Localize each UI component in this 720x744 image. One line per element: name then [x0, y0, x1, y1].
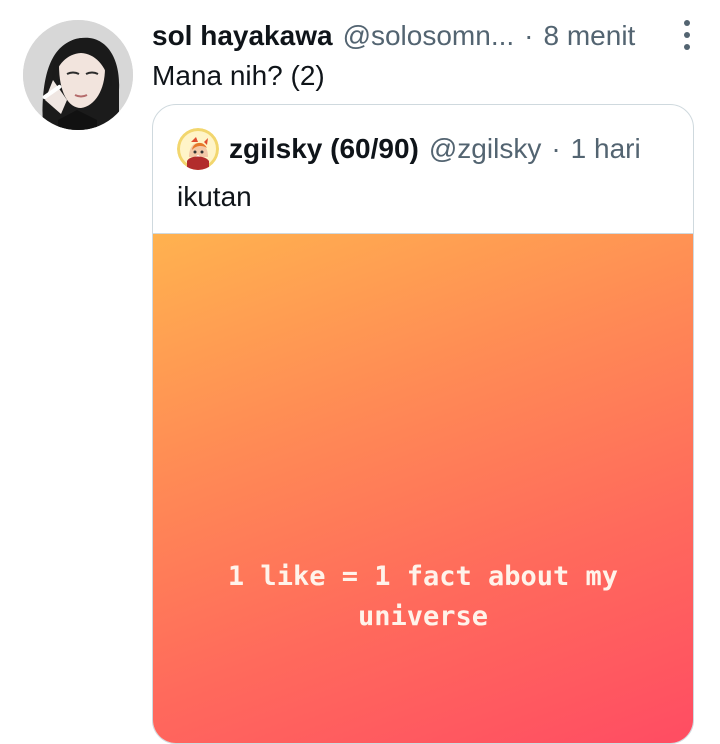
tweet-text: Mana nih? (2)	[152, 60, 325, 91]
quoted-display-name[interactable]: zgilsky (60/90)	[229, 133, 419, 165]
quoted-tweet-time[interactable]: 1 hari	[571, 133, 641, 165]
user-handle[interactable]: @solosomn...	[343, 20, 515, 52]
quoted-avatar-illustration	[177, 128, 219, 170]
tweet-time[interactable]: 8 menit	[544, 20, 636, 52]
avatar-illustration	[23, 20, 133, 130]
quoted-tweet-text: ikutan	[177, 181, 252, 212]
quoted-user-avatar	[177, 128, 219, 170]
user-avatar[interactable]	[23, 20, 133, 130]
media-caption: 1 like = 1 fact about my universe	[227, 561, 619, 632]
quoted-tweet[interactable]: zgilsky (60/90) @zgilsky · 1 hari ikutan…	[152, 104, 694, 744]
quoted-media-image[interactable]: 1 like = 1 fact about my universe	[153, 233, 693, 743]
separator-dot: ·	[524, 20, 534, 51]
quoted-tweet-header: zgilsky (60/90) @zgilsky · 1 hari	[177, 127, 641, 171]
tweet-header: sol hayakawa @solosomn... · 8 menit	[152, 16, 690, 56]
tweet[interactable]: sol hayakawa @solosomn... · 8 menit Mana…	[0, 0, 720, 744]
more-vertical-icon[interactable]	[682, 20, 692, 50]
quoted-separator-dot: ·	[551, 133, 561, 164]
quoted-user-handle[interactable]: @zgilsky	[429, 133, 541, 165]
display-name[interactable]: sol hayakawa	[152, 20, 333, 52]
